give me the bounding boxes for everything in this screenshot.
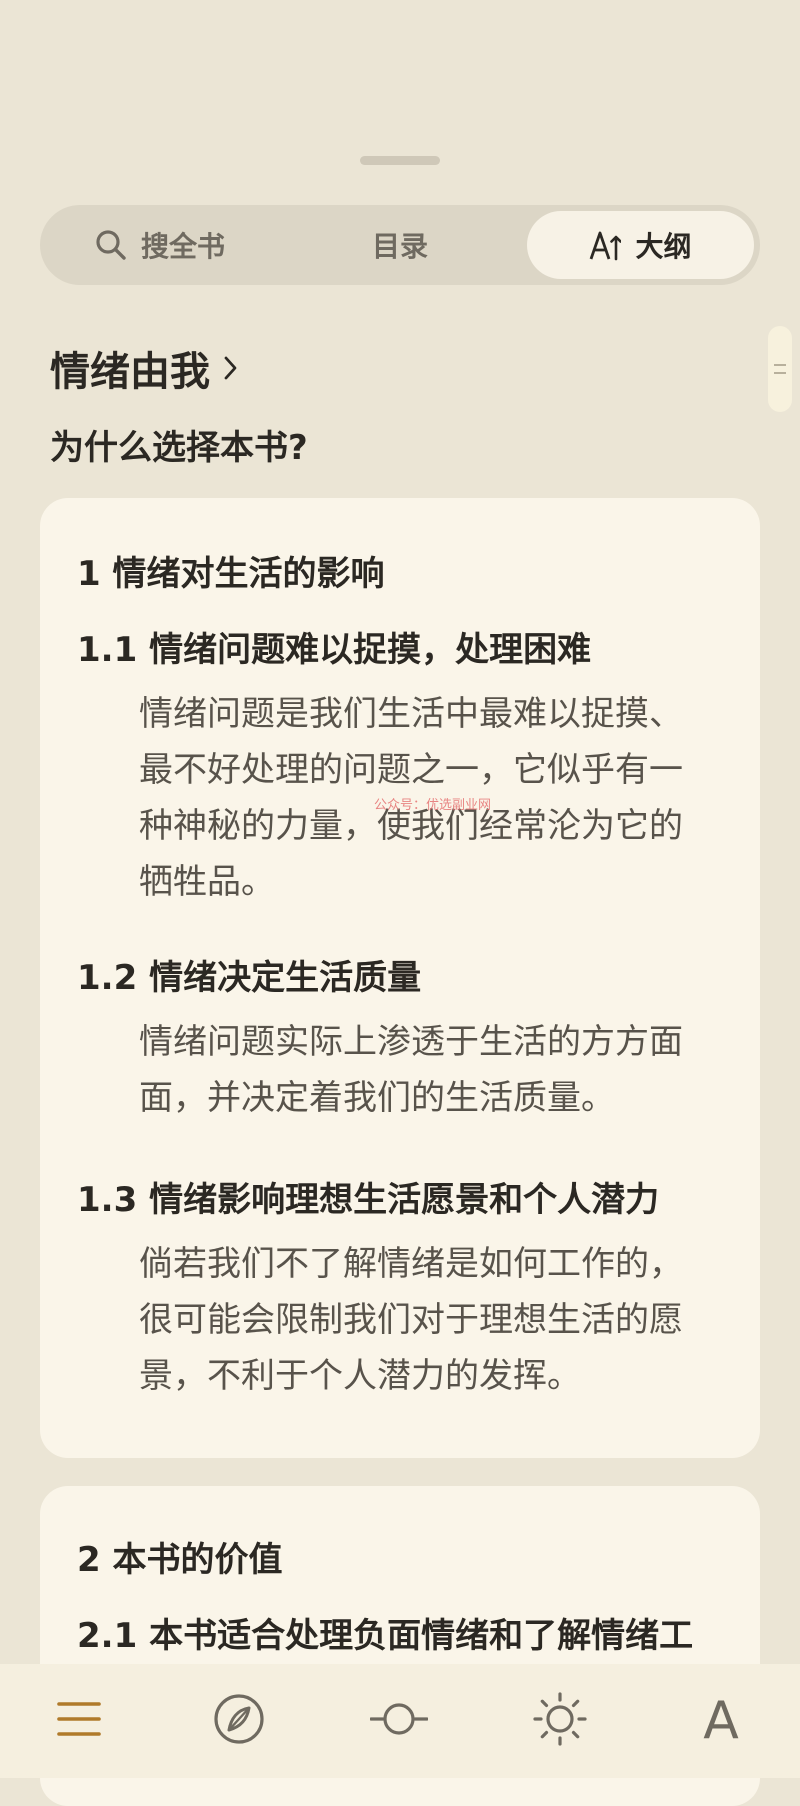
brightness-icon: [532, 1691, 588, 1751]
compass-icon: [213, 1693, 265, 1749]
tab-outline[interactable]: 大纲: [527, 211, 754, 279]
tab-bar: 搜全书 目录 大纲: [40, 205, 760, 285]
outline-card: 1 情绪对生活的影响 1.1 情绪问题难以捉摸，处理困难 情绪问题是我们生活中最…: [40, 498, 760, 1458]
subsection-heading: 2.1 本书适合处理负面情绪和了解情绪工: [77, 1616, 694, 1656]
text-size-icon: [589, 228, 622, 262]
slider-icon: [369, 1699, 429, 1743]
subsection-text: 情绪问题实际上渗透于生活的方方面面，并决定着我们的生活质量。: [139, 1022, 683, 1118]
subsection-heading: 1.1 情绪问题难以捉摸，处理困难: [77, 630, 592, 670]
explore-button[interactable]: [184, 1664, 294, 1778]
subsection-heading: 1.2 情绪决定生活质量: [77, 958, 422, 998]
tab-search-label: 搜全书: [140, 230, 225, 263]
scroll-thumb[interactable]: [768, 326, 792, 412]
font-settings-button[interactable]: A: [666, 1664, 776, 1778]
subsection-heading: 1.3 情绪影响理想生活愿景和个人潜力: [77, 1180, 660, 1220]
tab-toc[interactable]: 目录: [280, 205, 520, 285]
font-icon: A: [703, 1691, 739, 1751]
section-heading: 1 情绪对生活的影响: [77, 554, 385, 594]
drag-handle[interactable]: [360, 156, 440, 165]
tab-toc-label: 目录: [371, 230, 428, 263]
subsection-text: 倘若我们不了解情绪是如何工作的，很可能会限制我们对于理想生活的愿景，不利于个人潜…: [139, 1244, 683, 1396]
progress-button[interactable]: [344, 1664, 454, 1778]
book-title-link[interactable]: 情绪由我: [50, 340, 238, 396]
menu-button[interactable]: [24, 1664, 134, 1778]
intro-heading: 为什么选择本书?: [50, 428, 308, 468]
book-title: 情绪由我: [50, 349, 210, 395]
tab-outline-label: 大纲: [635, 230, 692, 263]
tab-search[interactable]: 搜全书: [40, 205, 280, 285]
brightness-button[interactable]: [505, 1664, 615, 1778]
menu-icon: [56, 1699, 102, 1743]
chevron-right-icon: [224, 355, 238, 381]
watermark: 公众号：优选副业网: [374, 798, 492, 813]
search-icon: [95, 229, 127, 261]
section-heading: 2 本书的价值: [77, 1540, 283, 1580]
bottom-toolbar: A: [0, 1664, 800, 1778]
